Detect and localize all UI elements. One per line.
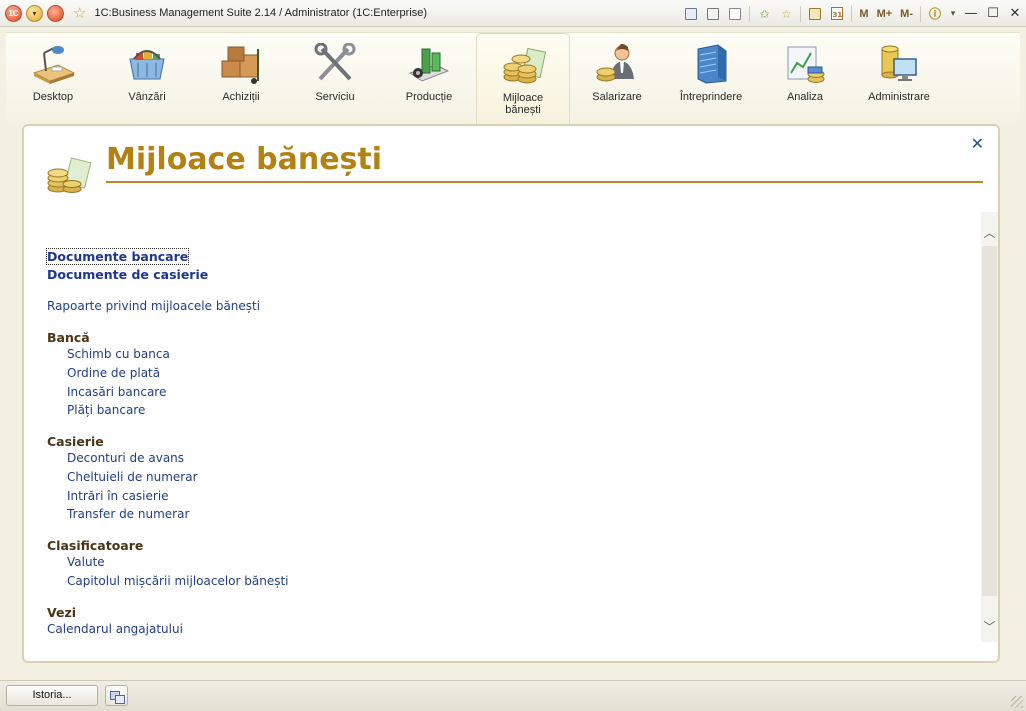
link-bank-payments[interactable]: Plăți bancare bbox=[67, 403, 145, 417]
employee-icon bbox=[596, 43, 634, 82]
title-divider bbox=[106, 181, 983, 183]
link-cash-reports[interactable]: Rapoarte privind mijloacele bănești bbox=[47, 299, 260, 313]
section-label: Administrare bbox=[868, 91, 930, 103]
section-administration[interactable]: Administrare bbox=[852, 33, 946, 125]
favorites-star-icon[interactable]: ☆ bbox=[73, 5, 86, 21]
group-classifiers-title: Clasificatoare bbox=[47, 538, 144, 553]
link-cash-flow-items[interactable]: Capitolul mișcării mijloacelor bănești bbox=[67, 574, 289, 588]
close-window-icon[interactable]: ✕ bbox=[1004, 6, 1026, 21]
page-title: Mijloace bănești bbox=[106, 142, 383, 177]
link-cash-expenses[interactable]: Cheltuieli de numerar bbox=[67, 470, 198, 484]
chart-icon bbox=[787, 46, 825, 83]
link-payment-orders[interactable]: Ordine de plată bbox=[67, 366, 160, 380]
section-label: Mijloace bănești bbox=[502, 92, 544, 116]
section-label: Producție bbox=[405, 91, 453, 103]
link-bank-exchange[interactable]: Schimb cu banca bbox=[67, 347, 170, 361]
section-sales[interactable]: Vânzări bbox=[100, 33, 194, 125]
app-logo-icon[interactable]: 1C bbox=[5, 4, 22, 22]
group-see-also-title: Vezi bbox=[47, 605, 77, 620]
link-employee-calendar[interactable]: Calendarul angajatului bbox=[47, 622, 183, 636]
print-icon[interactable] bbox=[704, 5, 722, 23]
chevron-down-icon[interactable]: ▾ bbox=[948, 5, 958, 23]
section-label: Achiziții bbox=[222, 91, 260, 103]
window-title: 1C:Business Management Suite 2.14 / Admi… bbox=[94, 7, 428, 19]
coins-icon bbox=[47, 157, 92, 193]
link-cash-receipts[interactable]: Intrări în casierie bbox=[67, 489, 169, 503]
section-label: Desktop bbox=[32, 91, 74, 103]
maximize-icon[interactable]: ☐ bbox=[982, 6, 1004, 21]
main-menu-icon[interactable]: ▾ bbox=[26, 4, 43, 22]
minimize-icon[interactable]: — bbox=[960, 6, 982, 21]
section-label: Salarizare bbox=[592, 91, 642, 103]
sections-panel: Desktop Vânzări Achiziții Serviciu Produ… bbox=[6, 32, 1020, 125]
section-desktop[interactable]: Desktop bbox=[6, 33, 100, 125]
section-label: Analiza bbox=[786, 91, 824, 103]
separator bbox=[851, 5, 853, 22]
status-bar: Istoria... bbox=[0, 680, 1026, 711]
memory-m-button[interactable]: M bbox=[859, 8, 868, 20]
desk-lamp-icon bbox=[32, 46, 76, 84]
database-computer-icon bbox=[881, 45, 917, 81]
section-purchases[interactable]: Achiziții bbox=[194, 33, 288, 125]
calculator-icon[interactable] bbox=[806, 5, 824, 23]
shopping-basket-icon bbox=[129, 50, 165, 80]
coins-icon bbox=[503, 47, 547, 84]
section-cash[interactable]: Mijloace bănești bbox=[476, 33, 570, 125]
memory-mminus-button[interactable]: M- bbox=[900, 8, 913, 20]
section-label: Serviciu bbox=[315, 91, 355, 103]
link-bank-documents[interactable]: Documente bancare bbox=[45, 248, 190, 265]
group-cashdesk-title: Casierie bbox=[47, 434, 104, 449]
link-cash-transfer[interactable]: Transfer de numerar bbox=[67, 507, 189, 521]
separator bbox=[749, 5, 751, 22]
memory-mplus-button[interactable]: M+ bbox=[877, 8, 893, 20]
section-salary[interactable]: Salarizare bbox=[570, 33, 664, 125]
section-production[interactable]: Producție bbox=[382, 33, 476, 125]
save-icon[interactable] bbox=[682, 5, 700, 23]
section-service[interactable]: Serviciu bbox=[288, 33, 382, 125]
building-icon bbox=[697, 44, 727, 84]
link-advance-reports[interactable]: Deconturi de avans bbox=[67, 451, 184, 465]
section-label: Întreprindere bbox=[679, 91, 743, 103]
calendar-icon[interactable]: 31 bbox=[828, 5, 846, 23]
link-cash-documents[interactable]: Documente de casierie bbox=[47, 267, 208, 282]
print-preview-icon[interactable] bbox=[726, 5, 744, 23]
close-app-icon[interactable] bbox=[47, 4, 64, 22]
section-label: Vânzări bbox=[128, 91, 166, 103]
bookmark-icon[interactable]: ☆ bbox=[777, 5, 795, 23]
separator bbox=[800, 5, 802, 22]
wrench-icon bbox=[314, 43, 356, 81]
link-currencies[interactable]: Valute bbox=[67, 555, 105, 569]
section-analysis[interactable]: Analiza bbox=[758, 33, 852, 125]
resize-grip-icon[interactable] bbox=[1011, 696, 1023, 708]
scroll-thumb[interactable] bbox=[982, 246, 997, 596]
separator bbox=[920, 5, 921, 22]
window-switch-icon[interactable] bbox=[105, 685, 128, 706]
add-favorite-icon[interactable]: ✩ bbox=[755, 5, 773, 23]
content-panel: Mijloace bănești ✕ Documente bancare Doc… bbox=[22, 124, 1000, 663]
scroll-down-icon[interactable]: ﹀ bbox=[981, 616, 998, 636]
info-icon[interactable]: ⓘ bbox=[926, 5, 944, 23]
vertical-scrollbar[interactable]: ︿ ﹀ bbox=[981, 212, 998, 642]
boxes-cart-icon bbox=[221, 46, 259, 84]
group-bank-title: Bancă bbox=[47, 330, 90, 345]
history-button[interactable]: Istoria... bbox=[6, 685, 98, 706]
factory-icon bbox=[408, 48, 450, 82]
title-bar: 1C ▾ ☆ 1C:Business Management Suite 2.14… bbox=[0, 0, 1026, 27]
link-bank-receipts[interactable]: Incasări bancare bbox=[67, 385, 166, 399]
close-icon[interactable]: ✕ bbox=[971, 136, 984, 152]
scroll-up-icon[interactable]: ︿ bbox=[981, 222, 998, 242]
section-enterprise[interactable]: Întreprindere bbox=[664, 33, 758, 125]
